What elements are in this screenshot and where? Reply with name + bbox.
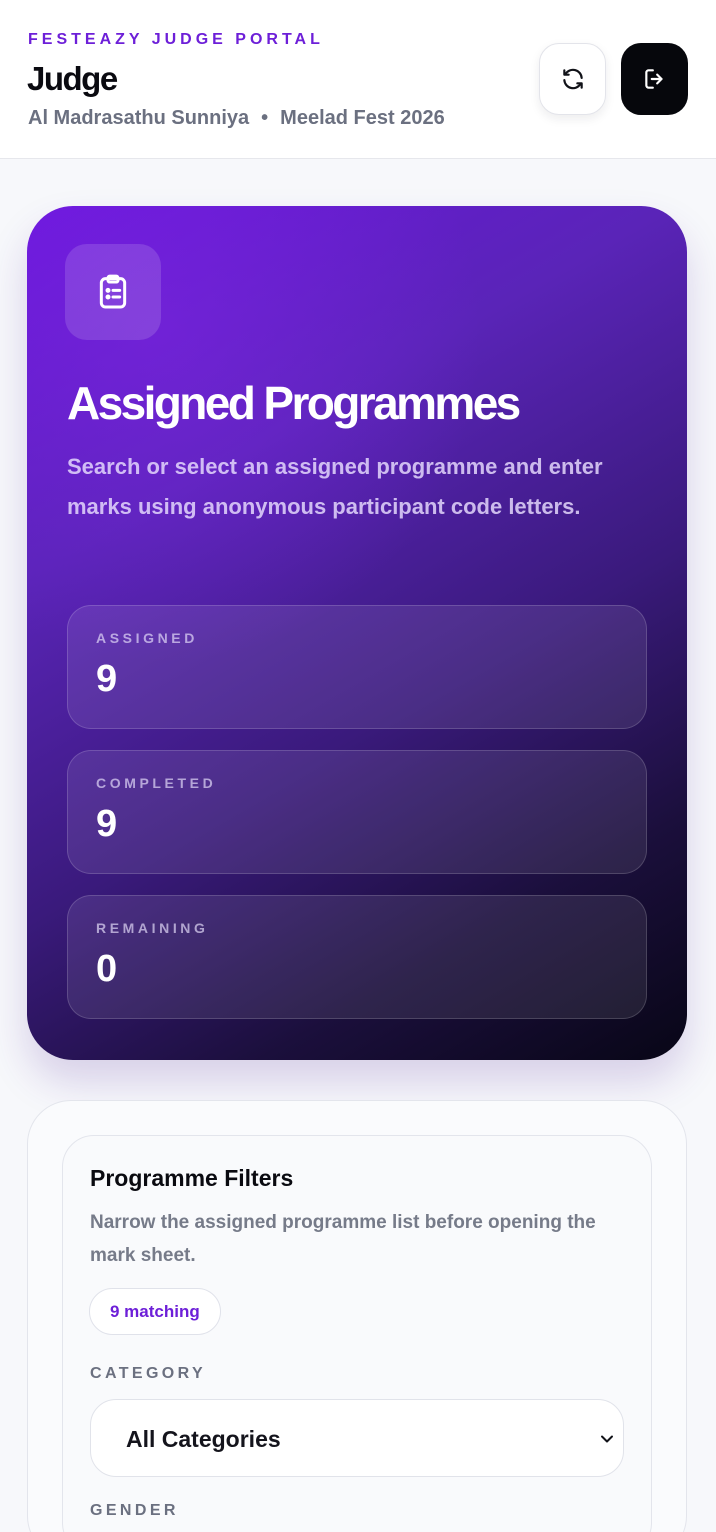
logout-icon: [644, 69, 663, 89]
filters-description: Narrow the assigned programme list befor…: [90, 1212, 596, 1266]
page-title: Judge: [27, 60, 118, 97]
judge-portal-page: FESTEAZY JUDGE PORTAL Judge Al Madrasath…: [0, 0, 716, 1532]
stat-label: COMPLETED: [96, 775, 217, 791]
stat-assigned: ASSIGNED 9: [67, 605, 647, 729]
hero-description: Search or select an assigned programme a…: [67, 454, 603, 519]
matching-count-badge: 9 matching: [89, 1288, 221, 1335]
stat-label: ASSIGNED: [96, 630, 198, 646]
event-name: Meelad Fest 2026: [280, 107, 445, 129]
logout-button[interactable]: [621, 43, 688, 115]
filters-title: Programme Filters: [90, 1165, 294, 1191]
refresh-icon: [562, 68, 583, 90]
stat-completed: COMPLETED 9: [67, 750, 647, 874]
stat-remaining: REMAINING 0: [67, 895, 647, 1019]
stat-value: 0: [96, 948, 118, 990]
portal-eyebrow: FESTEAZY JUDGE PORTAL: [28, 31, 324, 48]
hero-icon-tile: [65, 244, 161, 340]
chevron-down-icon: [601, 1435, 613, 1443]
category-label: CATEGORY: [90, 1365, 207, 1382]
separator-dot: •: [261, 107, 269, 129]
assigned-programmes-card: Assigned Programmes Search or select an …: [27, 206, 687, 1060]
app-header: FESTEAZY JUDGE PORTAL Judge Al Madrasath…: [0, 0, 716, 159]
stat-value: 9: [96, 803, 118, 845]
clipboard-list-icon: [99, 274, 127, 309]
refresh-button[interactable]: [539, 43, 606, 115]
category-select[interactable]: All Categories: [90, 1399, 624, 1477]
header-subline: Al Madrasathu Sunniya • Meelad Fest 2026: [28, 107, 445, 130]
gender-label: GENDER: [90, 1502, 179, 1519]
institution-name: Al Madrasathu Sunniya: [28, 107, 250, 129]
stat-value: 9: [96, 658, 118, 700]
stat-label: REMAINING: [96, 920, 209, 936]
category-select-value: All Categories: [126, 1426, 281, 1452]
hero-title: Assigned Programmes: [67, 377, 521, 429]
